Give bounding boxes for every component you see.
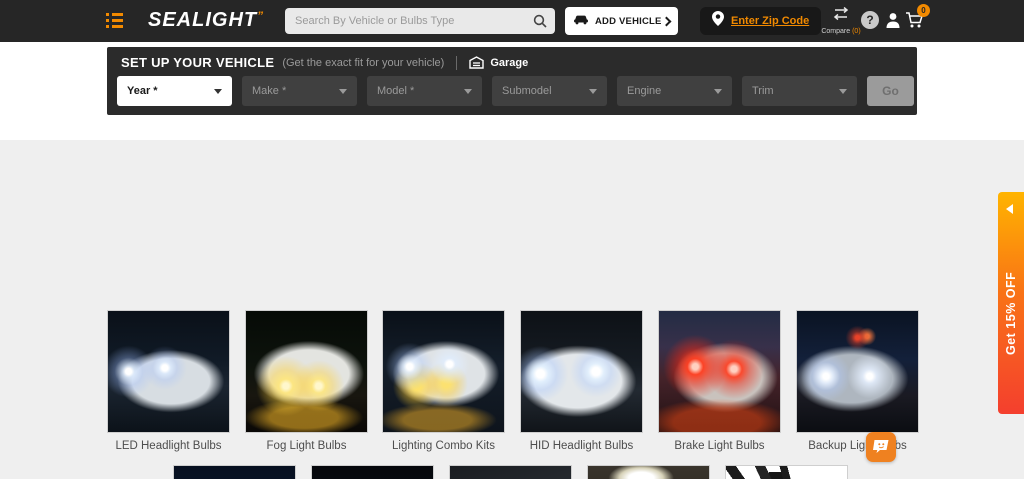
chevron-right-icon [662,16,672,26]
compare-arrows-icon [831,7,851,21]
year-select[interactable]: Year * [117,76,232,106]
brand-logo-text: SEALIGHT [148,9,257,31]
category-card-bulb-decoders[interactable] [725,465,848,479]
promo-ribbon[interactable]: Get 15% OFF [998,192,1024,414]
category-label[interactable]: HID Headlight Bulbs [514,439,649,454]
garage-label: Garage [490,57,528,69]
category-image [174,466,295,479]
menu-bar [106,25,123,28]
search-icon[interactable] [525,8,555,34]
category-card-combo-kits[interactable] [382,310,505,433]
category-label[interactable]: Backup Light Bulbs [790,439,925,454]
garage-icon [469,56,484,69]
location-pin-icon [712,11,724,31]
add-vehicle-label: ADD VEHICLE [595,16,662,27]
category-card-backup-light[interactable] [796,310,919,433]
menu-bar [106,13,123,16]
menu-bar [106,19,123,22]
main-header: SEALIGHT” ADD VEHICLE Enter Zip Code [0,0,1024,42]
arrow-left-icon [1006,204,1013,214]
submodel-select-label: Submodel [502,85,552,97]
promo-label: Get 15% OFF [998,228,1024,398]
chat-bubble-icon [872,439,890,455]
chevron-down-icon [339,89,347,94]
compare-button[interactable]: Compare (0) [815,7,867,37]
menu-icon[interactable] [106,13,123,28]
car-icon [573,12,589,30]
category-card-turn-signal[interactable] [173,465,296,479]
category-card-hid-headlight[interactable] [520,310,643,433]
chevron-down-icon [839,89,847,94]
submodel-select[interactable]: Submodel [492,76,607,106]
enter-zip-button[interactable]: Enter Zip Code [700,7,821,35]
category-label[interactable]: LED Headlight Bulbs [101,439,236,454]
category-image [108,311,229,432]
compare-label: Compare (0) [815,28,867,35]
model-select[interactable]: Model * [367,76,482,106]
enter-zip-label: Enter Zip Code [731,15,809,27]
brand-logo-mark: ” [257,9,263,23]
account-icon[interactable] [884,11,902,34]
garage-button[interactable]: Garage [469,56,528,69]
vehicle-setup-title: SET UP YOUR VEHICLE [121,55,274,70]
page: SEALIGHT” ADD VEHICLE Enter Zip Code [0,0,1024,479]
vehicle-setup-header: SET UP YOUR VEHICLE (Get the exact fit f… [121,55,528,70]
category-grid: LED Headlight Bulbs Fog Light Bulbs Ligh… [0,140,1024,479]
category-card-brake-light[interactable] [658,310,781,433]
category-image [797,311,918,432]
help-icon[interactable]: ? [861,11,879,29]
search-input[interactable] [285,15,525,27]
engine-select[interactable]: Engine [617,76,732,106]
category-label[interactable]: Fog Light Bulbs [239,439,374,454]
year-select-label: Year * [127,85,158,97]
trim-select[interactable]: Trim [742,76,857,106]
make-select-label: Make * [252,85,286,97]
category-card-license-plate[interactable] [311,465,434,479]
vehicle-setup-panel: SET UP YOUR VEHICLE (Get the exact fit f… [107,47,917,115]
divider [456,56,457,70]
category-image [383,311,504,432]
category-label[interactable]: Lighting Combo Kits [376,439,511,454]
category-image [521,311,642,432]
vehicle-setup-subtitle: (Get the exact fit for your vehicle) [282,57,444,69]
chevron-down-icon [714,89,722,94]
make-select[interactable]: Make * [242,76,357,106]
category-label[interactable]: Brake Light Bulbs [652,439,787,454]
search-bar [285,8,555,34]
model-select-label: Model * [377,85,414,97]
category-image [588,466,709,479]
add-vehicle-button[interactable]: ADD VEHICLE [565,7,678,35]
chevron-down-icon [214,89,222,94]
category-card-led-headlight[interactable] [107,310,230,433]
category-image [659,311,780,432]
engine-select-label: Engine [627,85,661,97]
category-image [726,466,847,479]
cart-count-badge: 0 [917,4,930,17]
brand-logo[interactable]: SEALIGHT” [148,9,263,32]
chevron-down-icon [589,89,597,94]
category-image [450,466,571,479]
go-button[interactable]: Go [867,76,914,106]
category-card-interior-light[interactable] [587,465,710,479]
chevron-down-icon [464,89,472,94]
chat-button[interactable] [866,432,896,462]
category-image [312,466,433,479]
category-card-drl[interactable] [449,465,572,479]
category-image [246,311,367,432]
category-card-fog-light[interactable] [245,310,368,433]
trim-select-label: Trim [752,85,774,97]
